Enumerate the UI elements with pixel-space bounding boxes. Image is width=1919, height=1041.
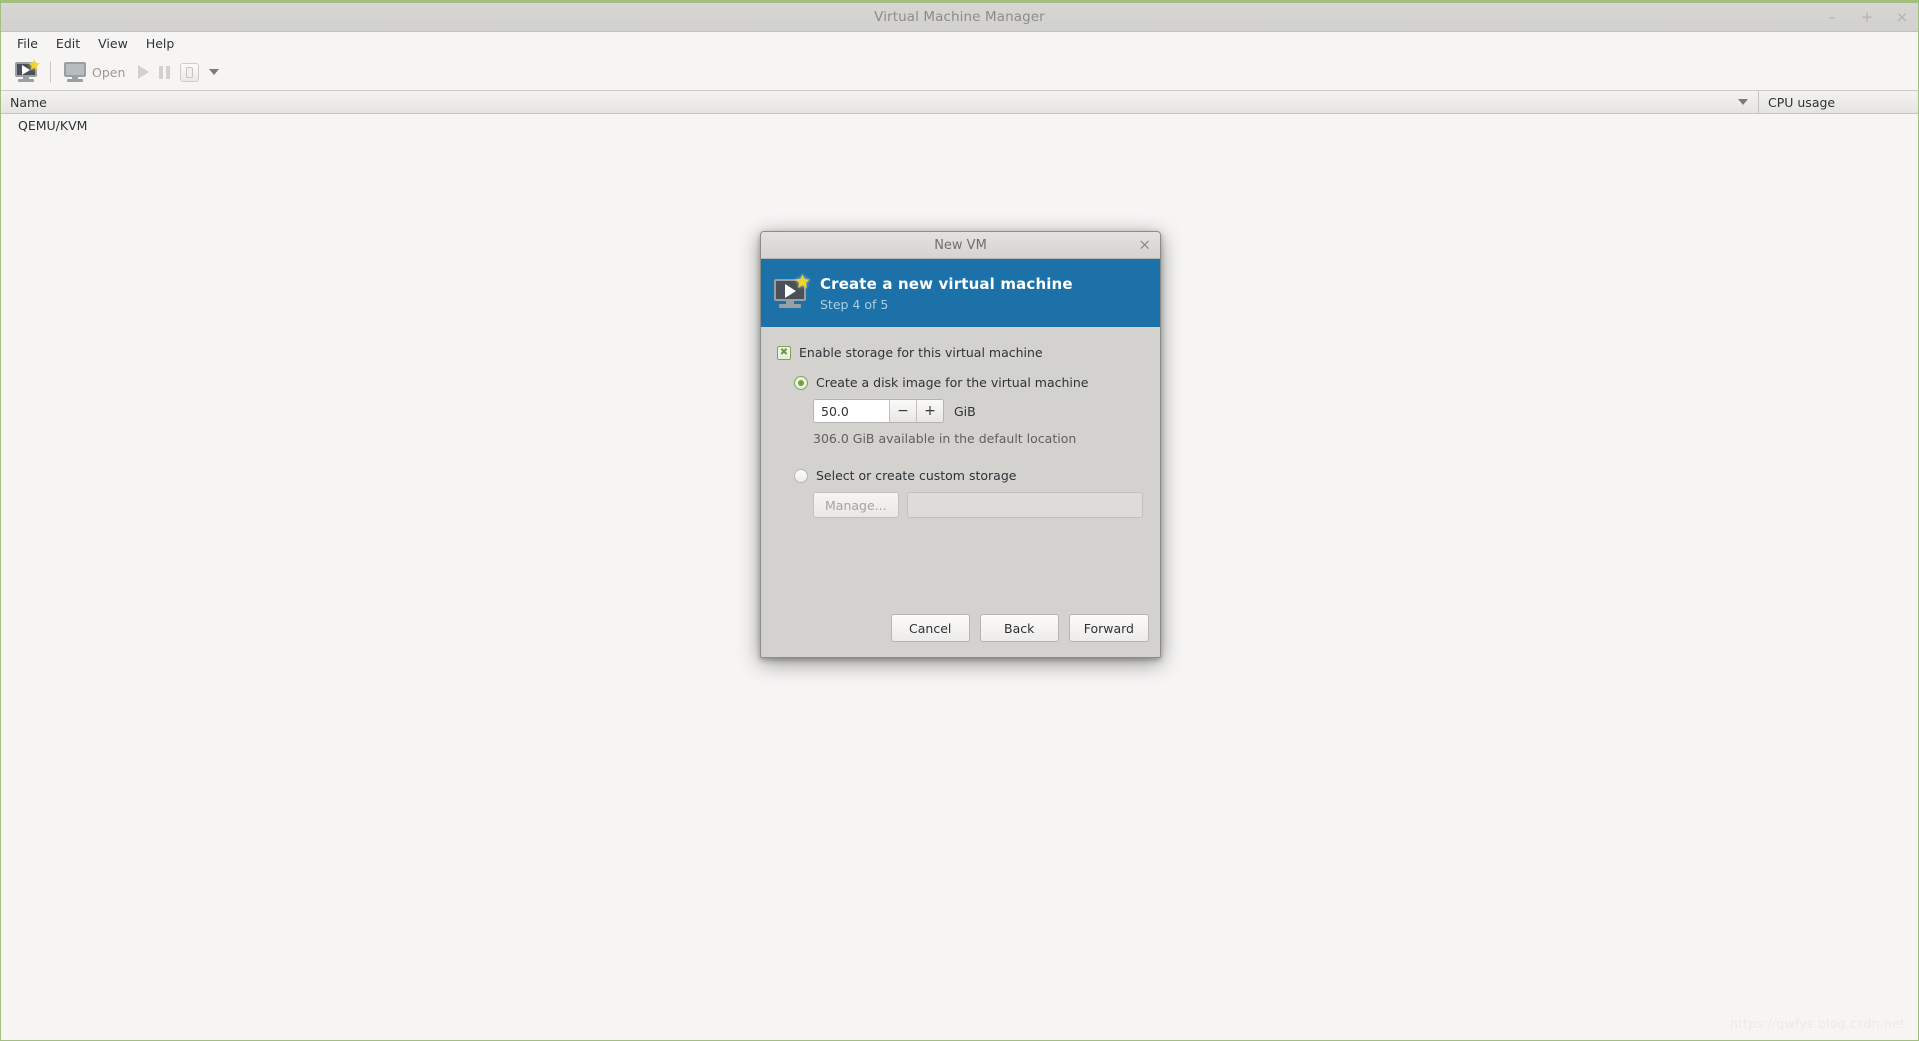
dialog-heading: Create a new virtual machine xyxy=(820,274,1073,293)
chevron-down-icon[interactable] xyxy=(1738,99,1748,105)
custom-storage-label: Select or create custom storage xyxy=(816,468,1017,483)
close-button[interactable]: × xyxy=(1894,10,1910,26)
disk-size-row: 50.0 − + GiB xyxy=(813,399,1144,423)
enable-storage-checkbox-row[interactable]: ✖ Enable storage for this virtual machin… xyxy=(777,345,1144,360)
toolbar-menu-button[interactable] xyxy=(204,57,224,87)
toolbar-separator xyxy=(50,61,51,83)
create-disk-radio[interactable] xyxy=(794,375,808,390)
pause-button[interactable] xyxy=(154,57,175,87)
toolbar: ★ Open xyxy=(1,54,1918,91)
menu-item-help[interactable]: Help xyxy=(137,34,184,53)
window-controls: – + × xyxy=(1824,3,1910,32)
custom-storage-radio[interactable] xyxy=(794,468,808,483)
menu-item-file[interactable]: File xyxy=(8,34,47,53)
shutdown-button[interactable] xyxy=(175,57,204,87)
enable-storage-checkbox[interactable]: ✖ xyxy=(777,345,791,360)
disk-size-stepper[interactable]: 50.0 − + xyxy=(813,399,944,423)
run-button[interactable] xyxy=(130,57,154,87)
menubar: File Edit View Help xyxy=(1,32,1918,54)
window-titlebar: Virtual Machine Manager – + × xyxy=(1,3,1918,32)
create-disk-label: Create a disk image for the virtual mach… xyxy=(816,375,1089,390)
dialog-banner: ★ Create a new virtual machine Step 4 of… xyxy=(761,259,1160,327)
new-vm-dialog: New VM × ★ Create a new virtual machine … xyxy=(760,231,1161,658)
cancel-button[interactable]: Cancel xyxy=(890,614,970,642)
window-title: Virtual Machine Manager xyxy=(874,9,1045,25)
pause-icon xyxy=(159,65,171,79)
list-item[interactable]: QEMU/KVM xyxy=(1,114,1918,136)
new-virtual-machine-button[interactable]: ★ xyxy=(9,57,43,87)
menu-item-edit[interactable]: Edit xyxy=(47,34,89,53)
disk-size-increment-button[interactable]: + xyxy=(916,400,943,422)
play-icon xyxy=(138,65,150,79)
shutdown-icon xyxy=(180,62,200,82)
new-virtual-machine-icon: ★ xyxy=(773,272,811,308)
watermark: https://qwfys.blog.csdn.net xyxy=(1729,1016,1905,1031)
open-button-label: Open xyxy=(92,64,126,80)
custom-storage-row: Manage... xyxy=(813,492,1144,518)
disk-size-decrement-button[interactable]: − xyxy=(889,400,916,422)
enable-storage-label: Enable storage for this virtual machine xyxy=(799,345,1043,360)
back-button[interactable]: Back xyxy=(979,614,1059,642)
dialog-step-indicator: Step 4 of 5 xyxy=(820,296,889,312)
virtual-machine-manager-window: Virtual Machine Manager – + × File Edit … xyxy=(0,0,1919,1041)
manage-button[interactable]: Manage... xyxy=(813,492,899,518)
column-header-name-label: Name xyxy=(10,94,47,110)
custom-storage-radio-row[interactable]: Select or create custom storage xyxy=(794,468,1144,483)
monitor-icon xyxy=(63,62,87,82)
dialog-titlebar: New VM × xyxy=(761,232,1160,259)
close-icon[interactable]: × xyxy=(1138,237,1151,253)
create-disk-radio-row[interactable]: Create a disk image for the virtual mach… xyxy=(794,375,1144,390)
dialog-footer: Cancel Back Forward xyxy=(761,599,1160,657)
column-header-name[interactable]: Name xyxy=(1,91,1758,113)
maximize-button[interactable]: + xyxy=(1859,10,1875,26)
open-button[interactable]: Open xyxy=(58,57,130,87)
dialog-banner-text: Create a new virtual machine Step 4 of 5 xyxy=(820,275,1073,312)
list-column-headers: Name CPU usage xyxy=(1,91,1918,114)
column-header-cpu-usage-label: CPU usage xyxy=(1768,94,1836,110)
minimize-button[interactable]: – xyxy=(1824,10,1840,26)
disk-size-unit-label: GiB xyxy=(954,403,976,419)
custom-storage-path-input[interactable] xyxy=(906,492,1143,518)
storage-availability-text: 306.0 GiB available in the default locat… xyxy=(813,431,1077,446)
dialog-title: New VM xyxy=(934,237,987,253)
forward-button[interactable]: Forward xyxy=(1068,614,1149,642)
column-header-cpu-usage[interactable]: CPU usage xyxy=(1758,91,1918,113)
disk-size-input[interactable]: 50.0 xyxy=(814,400,889,422)
chevron-down-icon xyxy=(209,69,220,75)
menu-item-view[interactable]: View xyxy=(89,34,137,53)
dialog-body: ✖ Enable storage for this virtual machin… xyxy=(761,327,1160,599)
new-virtual-machine-icon: ★ xyxy=(14,58,41,82)
list-item-label: QEMU/KVM xyxy=(18,117,88,133)
